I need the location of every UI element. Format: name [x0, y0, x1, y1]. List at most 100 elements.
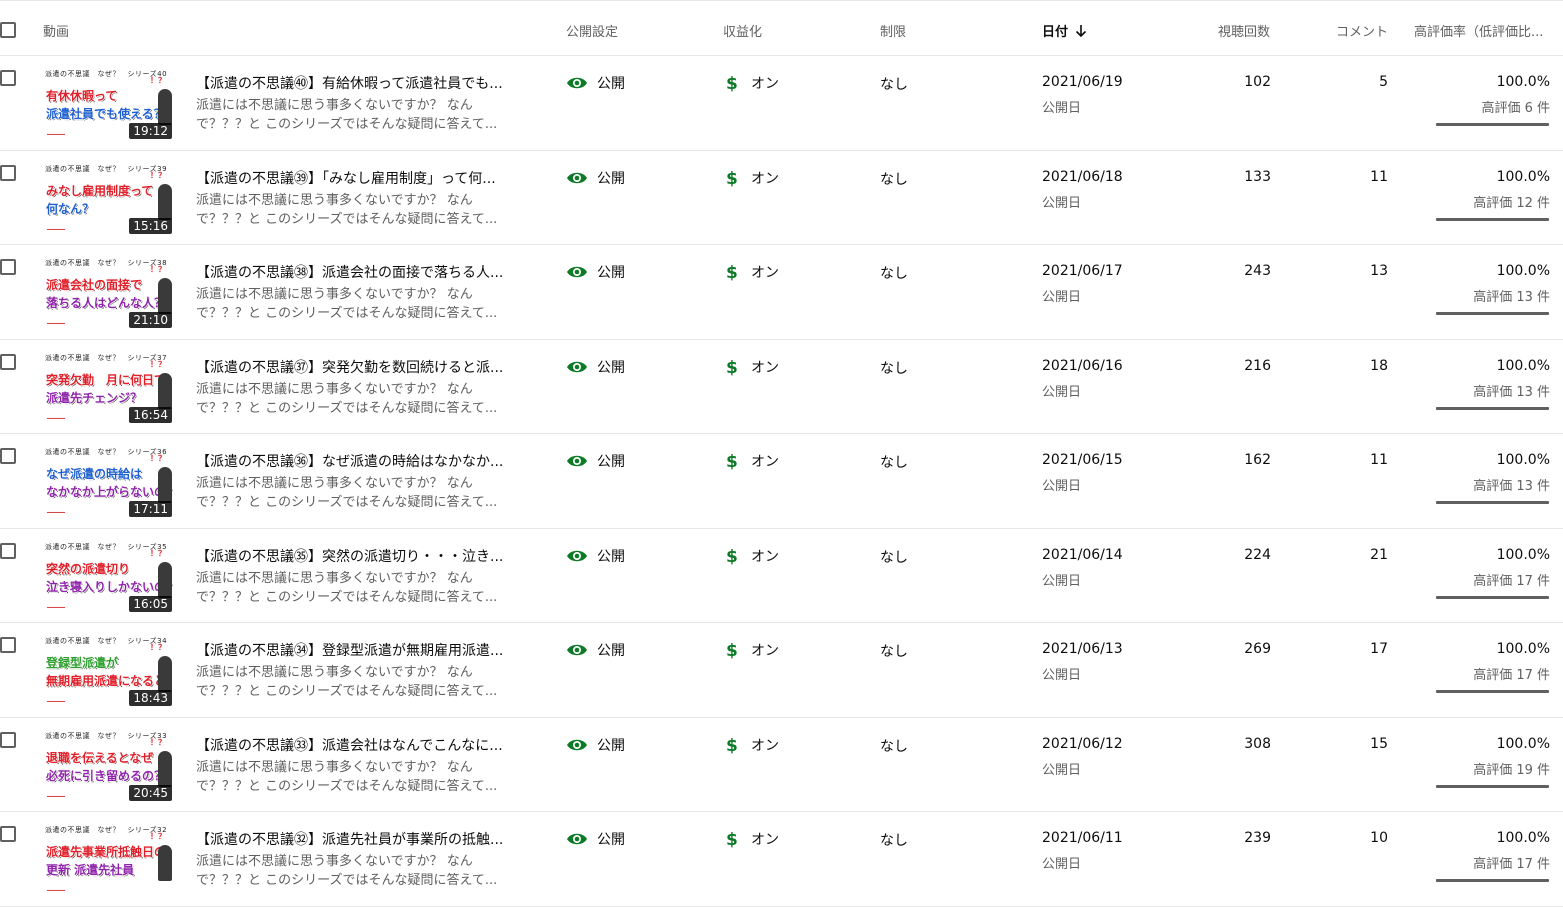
- table-row[interactable]: 派遣の不思議 なぜ？ シリーズ38 ！？ 派遣会社の面接で 落ちる人はどんな人？…: [0, 245, 1563, 340]
- video-title[interactable]: 【派遣の不思議㉜】派遣先社員が事業所の抵触...: [196, 829, 526, 849]
- row-checkbox[interactable]: [0, 637, 16, 653]
- video-duration: 18:43: [129, 690, 172, 706]
- thumbnail-caption-line2: 必死に引き留めるの？: [46, 768, 167, 783]
- row-checkbox[interactable]: [0, 448, 16, 464]
- video-title[interactable]: 【派遣の不思議㊱】なぜ派遣の時給はなかなか...: [196, 451, 526, 471]
- thumbnail-channel-mark: ━━━━━━: [47, 510, 66, 516]
- arrow-down-icon[interactable]: [1074, 24, 1088, 38]
- column-header-restrictions[interactable]: 制限: [880, 21, 906, 40]
- video-thumbnail[interactable]: 派遣の不思議 なぜ？ シリーズ39 ！？ みなし雇用制度って 何なん？ ━━━━…: [43, 161, 174, 236]
- thumbnail-caption-line2: 何なん？: [46, 201, 95, 216]
- row-checkbox[interactable]: [0, 353, 16, 370]
- monetization-label: オン: [751, 359, 779, 376]
- video-title[interactable]: 【派遣の不思議㊴】「みなし雇用制度」って何...: [196, 168, 526, 188]
- comment-count[interactable]: 15: [1300, 736, 1388, 752]
- thumbnail-caption-line2: なかなか上がらないの？: [46, 485, 174, 499]
- dollar-icon: $: [726, 736, 738, 754]
- column-header-monetization[interactable]: 収益化: [723, 21, 762, 40]
- view-count: 308: [1244, 735, 1271, 752]
- monetization-status[interactable]: $ オン: [726, 735, 779, 755]
- column-header-comments[interactable]: コメント: [1300, 21, 1388, 40]
- thumbnail-person-figure: [158, 372, 172, 409]
- publish-date: 2021/06/16: [1042, 357, 1123, 374]
- publish-date-label: 公開日: [1042, 668, 1082, 683]
- video-thumbnail[interactable]: 派遣の不思議 なぜ？ シリーズ33 ！？ 退職を伝えるとなぜ 必死に引き留めるの…: [43, 728, 174, 803]
- column-header-views[interactable]: 視聴回数: [1180, 21, 1270, 40]
- dollar-icon: $: [726, 641, 738, 659]
- monetization-status[interactable]: $ オン: [726, 73, 779, 93]
- comment-count[interactable]: 21: [1300, 547, 1388, 563]
- table-row[interactable]: 派遣の不思議 なぜ？ シリーズ40 ！？ 有休休暇って 派遣社員でも使える？ ━…: [0, 56, 1563, 151]
- video-duration: 16:05: [129, 595, 172, 612]
- column-header-date[interactable]: 日付: [1042, 21, 1088, 40]
- video-thumbnail[interactable]: 派遣の不思議 なぜ？ シリーズ40 ！？ 有休休暇って 派遣社員でも使える？ ━…: [43, 67, 174, 141]
- row-checkbox[interactable]: [0, 826, 16, 842]
- visibility-status[interactable]: 公開: [566, 262, 625, 282]
- dollar-icon: $: [726, 263, 738, 281]
- select-all-checkbox[interactable]: [0, 22, 16, 38]
- visibility-label: 公開: [597, 265, 625, 281]
- thumbnail-series-text: 派遣の不思議 なぜ？ シリーズ34: [45, 637, 168, 645]
- visibility-status[interactable]: 公開: [566, 168, 625, 188]
- video-thumbnail[interactable]: 派遣の不思議 なぜ？ シリーズ36 ！？ なぜ派遣の時給は なかなか上がらないの…: [43, 445, 174, 519]
- visibility-status[interactable]: 公開: [566, 735, 625, 755]
- column-header-likes[interactable]: 高評価率（低評価比...: [1414, 21, 1563, 40]
- video-thumbnail[interactable]: 派遣の不思議 なぜ？ シリーズ32 ！？ 派遣先事業所抵触日の 更新 派遣先社員…: [43, 823, 174, 897]
- video-title[interactable]: 【派遣の不思議㉝】派遣会社はなんでこんなに...: [196, 735, 526, 755]
- table-row[interactable]: 派遣の不思議 なぜ？ シリーズ32 ！？ 派遣先事業所抵触日の 更新 派遣先社員…: [0, 812, 1563, 907]
- row-checkbox[interactable]: [0, 70, 16, 86]
- video-title[interactable]: 【派遣の不思議㊳】派遣会社の面接で落ちる人...: [196, 262, 526, 282]
- monetization-status[interactable]: $ オン: [726, 640, 779, 660]
- thumbnail-tag: ！？: [150, 454, 166, 463]
- visibility-status[interactable]: 公開: [566, 451, 625, 471]
- video-title[interactable]: 【派遣の不思議㉟】突然の派遣切り・・・泣き...: [196, 546, 526, 566]
- like-count: 高評価 13 件: [1473, 290, 1550, 305]
- column-header-visibility[interactable]: 公開設定: [566, 21, 618, 40]
- thumbnail-person-figure: [158, 183, 172, 220]
- comment-count[interactable]: 17: [1300, 641, 1388, 657]
- comment-count[interactable]: 18: [1300, 358, 1388, 374]
- monetization-status[interactable]: $ オン: [726, 546, 779, 566]
- table-row[interactable]: 派遣の不思議 なぜ？ シリーズ36 ！？ なぜ派遣の時給は なかなか上がらないの…: [0, 434, 1563, 529]
- video-thumbnail[interactable]: 派遣の不思議 なぜ？ シリーズ38 ！？ 派遣会社の面接で 落ちる人はどんな人？…: [43, 256, 174, 330]
- table-row[interactable]: 派遣の不思議 なぜ？ シリーズ35 ！？ 突然の派遣切り 泣き寝入りしかないの？…: [0, 529, 1563, 623]
- monetization-status[interactable]: $ オン: [726, 451, 779, 471]
- video-title[interactable]: 【派遣の不思議㊲】突発欠勤を数回続けると派...: [196, 357, 526, 377]
- comment-count[interactable]: 13: [1300, 263, 1388, 279]
- comment-count[interactable]: 5: [1300, 74, 1388, 90]
- table-row[interactable]: 派遣の不思議 なぜ？ シリーズ37 ！？ 突発欠勤 月に何日で 派遣先チェンジ？…: [0, 340, 1563, 434]
- video-title[interactable]: 【派遣の不思議㊵】有給休暇って派遣社員でも...: [196, 73, 526, 93]
- row-checkbox[interactable]: [0, 542, 16, 559]
- like-ratio-bar-fill: [1436, 312, 1549, 315]
- like-ratio-bar: [1436, 595, 1549, 599]
- svg-text:$: $: [726, 736, 738, 754]
- visibility-status[interactable]: 公開: [566, 829, 625, 849]
- video-thumbnail[interactable]: 派遣の不思議 なぜ？ シリーズ37 ！？ 突発欠勤 月に何日で 派遣先チェンジ？…: [43, 350, 174, 425]
- visibility-status[interactable]: 公開: [566, 546, 625, 566]
- video-thumbnail[interactable]: 派遣の不思議 なぜ？ シリーズ35 ！？ 突然の派遣切り 泣き寝入りしかないの？…: [43, 539, 174, 614]
- monetization-status[interactable]: $ オン: [726, 357, 779, 377]
- visibility-status[interactable]: 公開: [566, 640, 625, 660]
- monetization-status[interactable]: $ オン: [726, 168, 779, 188]
- video-title[interactable]: 【派遣の不思議㉞】登録型派遣が無期雇用派遣...: [196, 640, 526, 660]
- visibility-status[interactable]: 公開: [566, 73, 625, 93]
- row-checkbox[interactable]: [0, 731, 16, 748]
- thumbnail-caption-line1: 登録型派遣が: [46, 656, 119, 670]
- visibility-status[interactable]: 公開: [566, 357, 625, 377]
- table-row[interactable]: 派遣の不思議 なぜ？ シリーズ33 ！？ 退職を伝えるとなぜ 必死に引き留めるの…: [0, 718, 1563, 812]
- thumbnail-caption-line1: 有休休暇って: [46, 89, 118, 103]
- like-ratio-bar-fill: [1436, 217, 1549, 221]
- table-row[interactable]: 派遣の不思議 なぜ？ シリーズ34 ！？ 登録型派遣が 無期雇用派遣になると ━…: [0, 623, 1563, 718]
- row-checkbox[interactable]: [0, 259, 16, 275]
- table-row[interactable]: 派遣の不思議 なぜ？ シリーズ39 ！？ みなし雇用制度って 何なん？ ━━━━…: [0, 151, 1563, 245]
- thumbnail-channel-mark: ━━━━━━: [47, 321, 66, 327]
- monetization-status[interactable]: $ オン: [726, 262, 779, 282]
- thumbnail-tag: ！？: [150, 265, 166, 274]
- comment-count[interactable]: 11: [1300, 169, 1388, 185]
- monetization-status[interactable]: $ オン: [726, 829, 779, 849]
- comment-count[interactable]: 11: [1300, 452, 1388, 468]
- comment-count[interactable]: 10: [1300, 830, 1388, 846]
- monetization-label: オン: [751, 737, 779, 754]
- video-thumbnail[interactable]: 派遣の不思議 なぜ？ シリーズ34 ！？ 登録型派遣が 無期雇用派遣になると ━…: [43, 634, 174, 708]
- row-checkbox[interactable]: [0, 164, 16, 181]
